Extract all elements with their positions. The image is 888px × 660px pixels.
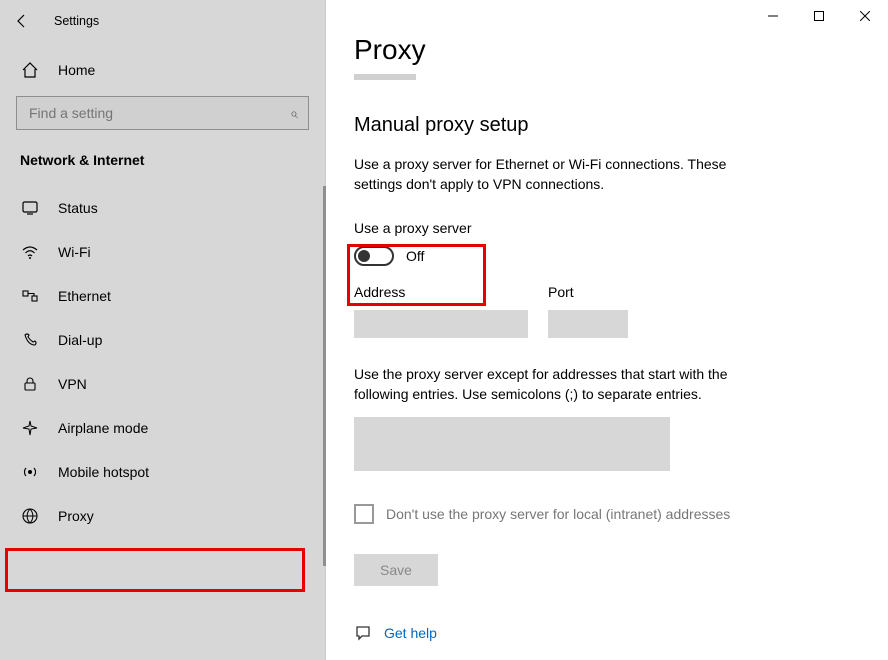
address-label: Address: [354, 284, 528, 300]
sidebar-items: Status Wi-Fi Ethernet Dial-up: [0, 186, 325, 538]
proxy-icon: [20, 506, 40, 526]
section-heading: Manual proxy setup: [354, 114, 848, 137]
search-icon: ⌕: [290, 105, 298, 122]
titlebar: Settings: [0, 0, 325, 42]
home-icon: [20, 60, 40, 80]
port-label: Port: [548, 284, 628, 300]
sidebar-item-dialup[interactable]: Dial-up: [0, 318, 325, 362]
vpn-icon: [20, 374, 40, 394]
sidebar-item-wifi[interactable]: Wi-Fi: [0, 230, 325, 274]
toggle-state: Off: [406, 248, 424, 264]
save-button[interactable]: Save: [354, 554, 438, 586]
sidebar-item-airplane[interactable]: Airplane mode: [0, 406, 325, 450]
local-bypass-label: Don't use the proxy server for local (in…: [386, 506, 730, 522]
get-help-link[interactable]: Get help: [354, 624, 848, 642]
sidebar-item-label: Proxy: [58, 508, 94, 524]
ethernet-icon: [20, 286, 40, 306]
maximize-button[interactable]: [796, 0, 842, 32]
port-input[interactable]: [548, 310, 628, 338]
wifi-icon: [20, 242, 40, 262]
proxy-toggle[interactable]: [354, 246, 394, 266]
sidebar-item-status[interactable]: Status: [0, 186, 325, 230]
status-icon: [20, 198, 40, 218]
section-description: Use a proxy server for Ethernet or Wi-Fi…: [354, 155, 774, 194]
home-label: Home: [58, 62, 95, 78]
title-underline: [354, 74, 416, 80]
window-controls: [750, 0, 888, 32]
local-bypass-checkbox[interactable]: [354, 504, 374, 524]
page-title: Proxy: [354, 34, 848, 66]
help-label: Get help: [384, 625, 437, 641]
airplane-icon: [20, 418, 40, 438]
sidebar-item-hotspot[interactable]: Mobile hotspot: [0, 450, 325, 494]
search-input[interactable]: ⌕: [16, 96, 309, 130]
exceptions-description: Use the proxy server except for addresse…: [354, 364, 784, 405]
sidebar-item-label: VPN: [58, 376, 87, 392]
sidebar-item-label: Wi-Fi: [58, 244, 91, 260]
main-content: Proxy Manual proxy setup Use a proxy ser…: [326, 0, 888, 660]
address-input[interactable]: [354, 310, 528, 338]
window-title: Settings: [38, 14, 99, 28]
sidebar: Settings Home ⌕ Network & Internet Statu…: [0, 0, 326, 660]
sidebar-item-label: Dial-up: [58, 332, 102, 348]
search-field[interactable]: [27, 104, 290, 122]
sidebar-home[interactable]: Home: [0, 48, 325, 92]
minimize-button[interactable]: [750, 0, 796, 32]
hotspot-icon: [20, 462, 40, 482]
back-icon[interactable]: [14, 13, 38, 29]
close-button[interactable]: [842, 0, 888, 32]
exceptions-input[interactable]: [354, 417, 670, 471]
dialup-icon: [20, 330, 40, 350]
sidebar-item-label: Airplane mode: [58, 420, 148, 436]
sidebar-item-label: Status: [58, 200, 98, 216]
sidebar-item-ethernet[interactable]: Ethernet: [0, 274, 325, 318]
category-title: Network & Internet: [0, 140, 325, 186]
sidebar-item-vpn[interactable]: VPN: [0, 362, 325, 406]
sidebar-item-label: Mobile hotspot: [58, 464, 149, 480]
sidebar-item-label: Ethernet: [58, 288, 111, 304]
sidebar-item-proxy[interactable]: Proxy: [0, 494, 325, 538]
toggle-label: Use a proxy server: [354, 220, 848, 236]
help-icon: [354, 624, 372, 642]
